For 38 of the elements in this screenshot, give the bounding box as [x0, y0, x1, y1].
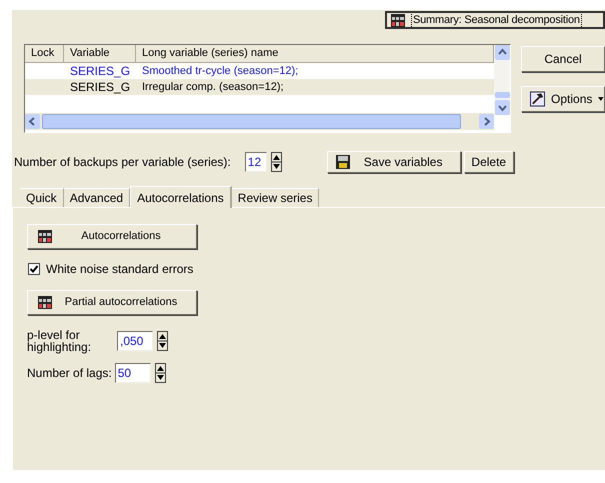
table-cell-text: SERIES_G — [69, 63, 132, 80]
scroll-down-icon[interactable] — [494, 100, 510, 115]
number-field[interactable]: ,050 — [117, 331, 153, 351]
tab[interactable]: Review series — [232, 188, 320, 207]
grid-chart-icon — [38, 230, 52, 243]
tab[interactable]: Autocorrelations — [130, 186, 232, 208]
partial-autocorrelations-button[interactable]: Partial autocorrelations — [27, 290, 197, 315]
tab[interactable]: Quick — [20, 188, 64, 207]
table-row[interactable]: SERIES_G Irregular comp. (season=12); — [25, 79, 494, 95]
spinner-icon[interactable] — [154, 363, 166, 383]
dropdown-arrow-icon — [598, 97, 604, 101]
summary-button[interactable]: Summary: Seasonal decomposition — [385, 11, 605, 29]
options-button[interactable]: Options — [521, 86, 605, 112]
delete-button[interactable]: Delete — [464, 151, 514, 173]
p-level-label: p-level for highlighting: — [27, 329, 92, 353]
table-cell-text: SERIES_G — [69, 79, 132, 96]
scroll-up-icon[interactable] — [494, 45, 510, 60]
cancel-button[interactable]: Cancel — [521, 46, 605, 72]
checkbox-label[interactable]: White noise standard errors — [46, 260, 194, 278]
scroll-left-icon[interactable] — [25, 114, 40, 129]
grid-chart-icon — [38, 296, 52, 309]
spinner-icon[interactable] — [157, 331, 168, 351]
number-field[interactable]: 12 — [244, 152, 267, 172]
save-variables-button[interactable]: Save variables — [326, 151, 461, 173]
autocorrelations-button[interactable]: Autocorrelations — [27, 224, 197, 249]
checkbox[interactable] — [28, 263, 40, 275]
spinner-icon[interactable] — [270, 152, 282, 172]
grid-chart-icon — [391, 14, 405, 26]
hammer-icon — [530, 91, 546, 107]
scroll-right-icon[interactable] — [479, 114, 494, 129]
backups-label: Number of backups per variable (series): — [14, 154, 231, 171]
horizontal-scrollbar-thumb[interactable] — [42, 114, 461, 129]
table-cell-text: Smoothed tr-cycle (season=12); — [141, 64, 300, 79]
number-field[interactable]: 50 — [114, 363, 151, 383]
table-cell-text: Irregular comp. (season=12); — [141, 80, 285, 95]
vertical-scrollbar-thumb[interactable] — [494, 92, 510, 98]
lags-label: Number of lags: — [27, 365, 112, 382]
checkmark-icon — [30, 265, 38, 273]
